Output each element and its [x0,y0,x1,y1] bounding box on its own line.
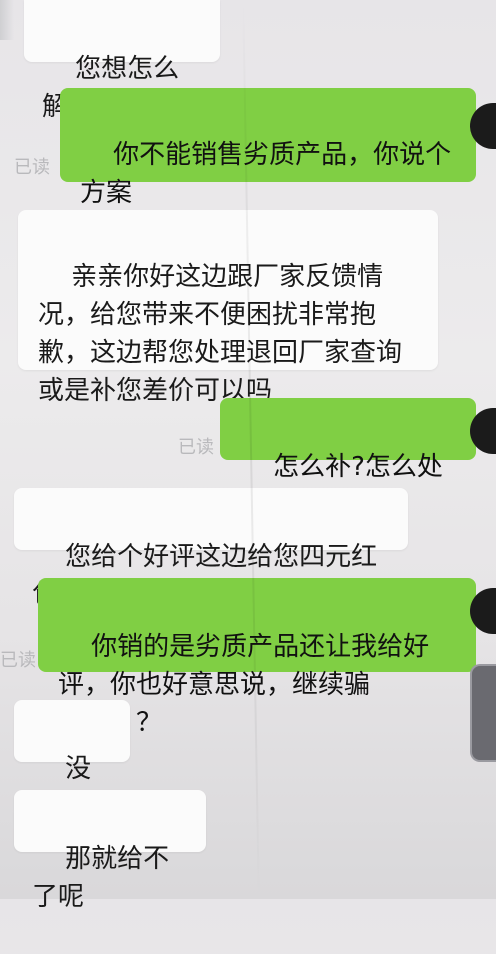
floating-side-button[interactable] [470,664,496,762]
read-receipt: 已读 [178,437,214,458]
message-text: 那就给不了呢 [32,844,170,912]
message-incoming-5[interactable]: 您给个好评这边给您四元红包 [14,488,408,610]
message-incoming-8[interactable]: 那就给不了呢 [14,790,206,912]
chat-thread[interactable]: 您想怎么解决 已读 你不能销售劣质产品，你说个方案 亲亲你好这边跟厂家反馈情况，… [0,0,496,912]
message-outgoing-4[interactable]: 怎么补?怎么处理? [220,398,476,520]
message-incoming-3[interactable]: 亲亲你好这边跟厂家反馈情况，给您带来不便困扰非常抱歉，这边帮您处理退回厂家查询或… [18,210,438,406]
screen-edge-shadow [0,0,14,40]
message-incoming-7[interactable]: 没有的 [14,700,130,822]
message-outgoing-6[interactable]: 你销的是劣质产品还让我给好评，你也好意思说，继续骗人。？？ [38,578,476,738]
message-text: 亲亲你好这边跟厂家反馈情况，给您带来不便困扰非常抱歉，这边帮您处理退回厂家查询或… [38,262,403,406]
message-text: 你不能销售劣质产品，你说个方案 [80,140,452,208]
message-outgoing-2[interactable]: 你不能销售劣质产品，你说个方案 [60,88,476,208]
read-receipt: 已读 [14,157,50,178]
message-incoming-1[interactable]: 您想怎么解决 [24,0,220,122]
read-receipt: 已读 [0,650,36,671]
